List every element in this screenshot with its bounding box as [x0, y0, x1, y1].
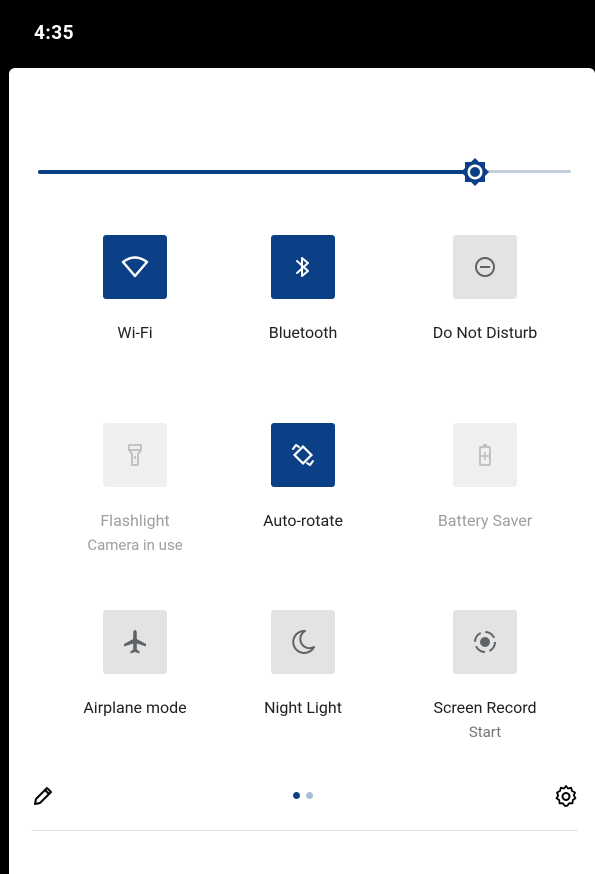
- tile-screen-record-sublabel: Start: [468, 723, 502, 741]
- tile-battery-saver[interactable]: Battery Saver: [395, 423, 575, 573]
- tile-do-not-disturb[interactable]: Do Not Disturb: [395, 235, 575, 385]
- tile-night-light-button[interactable]: [271, 610, 335, 674]
- tile-auto-rotate-button[interactable]: [271, 423, 335, 487]
- brightness-track-empty: [487, 170, 571, 173]
- bluetooth-icon: [296, 257, 309, 277]
- tile-night-light[interactable]: Night Light: [213, 610, 393, 760]
- tile-airplane-mode-label: Airplane mode: [83, 698, 187, 717]
- tile-flashlight-label: Flashlight: [100, 511, 170, 530]
- brightness-track-filled: [38, 170, 476, 174]
- tile-airplane-mode-button[interactable]: [103, 610, 167, 674]
- tile-screen-record-button[interactable]: [453, 610, 517, 674]
- battery-saver-icon: [479, 444, 491, 466]
- tile-screen-record-label: Screen Record: [433, 698, 537, 717]
- quick-settings-panel: Wi-Fi Bluetooth Do Not Disturb Flashligh…: [9, 68, 595, 874]
- page-indicator: [293, 792, 313, 800]
- tile-do-not-disturb-label: Do Not Disturb: [432, 323, 538, 342]
- screen-record-icon: [474, 631, 496, 653]
- tile-auto-rotate-label: Auto-rotate: [263, 511, 343, 530]
- edit-pencil-icon[interactable]: [31, 784, 55, 808]
- moon-icon: [292, 629, 315, 654]
- tile-wifi[interactable]: Wi-Fi: [45, 235, 225, 385]
- status-bar: 4:35: [0, 0, 595, 68]
- brightness-icon[interactable]: [460, 157, 490, 187]
- tile-night-light-label: Night Light: [264, 698, 342, 717]
- page-dot-inactive[interactable]: [306, 792, 313, 799]
- tile-screen-record[interactable]: Screen Record Start: [395, 610, 575, 760]
- brightness-slider[interactable]: [38, 146, 571, 200]
- tile-flashlight[interactable]: Flashlight Camera in use: [45, 423, 225, 573]
- auto-rotate-icon: [292, 444, 314, 466]
- wifi-icon: [121, 256, 149, 278]
- tile-bluetooth[interactable]: Bluetooth: [213, 235, 393, 385]
- tile-battery-saver-button[interactable]: [453, 423, 517, 487]
- footer-divider: [31, 830, 578, 831]
- tile-wifi-button[interactable]: [103, 235, 167, 299]
- flashlight-icon: [128, 444, 142, 466]
- settings-gear-icon[interactable]: [554, 784, 578, 808]
- tile-flashlight-button[interactable]: [103, 423, 167, 487]
- page-dot-active[interactable]: [293, 792, 300, 799]
- tile-flashlight-sublabel: Camera in use: [87, 536, 183, 554]
- tile-battery-saver-label: Battery Saver: [437, 511, 533, 530]
- tile-bluetooth-button[interactable]: [271, 235, 335, 299]
- do-not-disturb-icon: [475, 257, 495, 277]
- tile-wifi-label: Wi-Fi: [117, 323, 153, 342]
- tile-auto-rotate[interactable]: Auto-rotate: [213, 423, 393, 573]
- tile-bluetooth-label: Bluetooth: [268, 323, 338, 342]
- tile-do-not-disturb-button[interactable]: [453, 235, 517, 299]
- tile-airplane-mode[interactable]: Airplane mode: [45, 610, 225, 760]
- status-time: 4:35: [34, 21, 75, 44]
- airplane-icon: [124, 630, 146, 654]
